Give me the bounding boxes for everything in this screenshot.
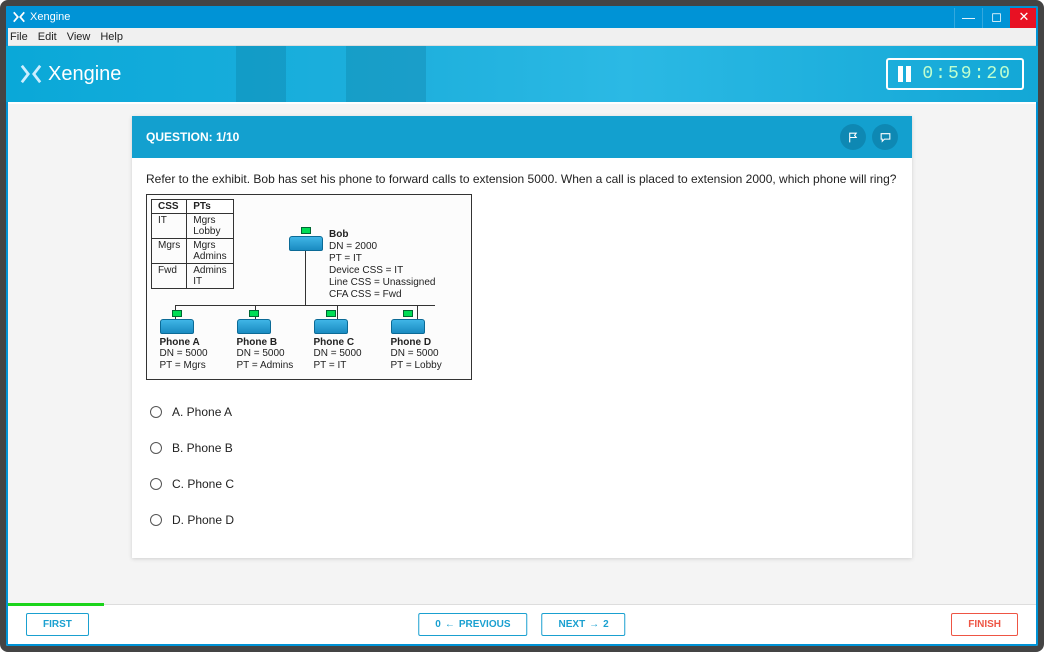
menu-view[interactable]: View: [67, 31, 91, 43]
maximize-button[interactable]: ◻: [982, 6, 1010, 28]
app-name: Xengine: [48, 63, 121, 86]
comment-button[interactable]: [872, 124, 898, 150]
answer-option-d[interactable]: D. Phone D: [150, 502, 912, 538]
flag-button[interactable]: [840, 124, 866, 150]
bob-phone: [289, 227, 323, 251]
bob-info: Bob DN = 2000 PT = IT Device CSS = IT Li…: [329, 229, 435, 301]
next-button[interactable]: NEXT → 2: [542, 613, 626, 636]
phone-d: Phone DDN = 5000PT = Lobby: [391, 310, 459, 372]
finish-button[interactable]: FINISH: [951, 613, 1018, 636]
question-header: QUESTION: 1/10: [132, 116, 912, 158]
app-header: Xengine 0:59:20: [6, 46, 1038, 102]
close-button[interactable]: ✕: [1010, 6, 1038, 28]
menu-edit[interactable]: Edit: [38, 31, 57, 43]
speech-bubble-icon: [879, 131, 892, 144]
content-area: QUESTION: 1/10 Refer to the exhibit. Bob…: [8, 104, 1036, 604]
timer[interactable]: 0:59:20: [886, 58, 1024, 90]
previous-button[interactable]: 0 ← PREVIOUS: [418, 613, 527, 636]
radio-icon: [150, 442, 162, 454]
menu-help[interactable]: Help: [100, 31, 123, 43]
answer-option-b[interactable]: B. Phone B: [150, 430, 912, 466]
phone-a: Phone ADN = 5000PT = Mgrs: [160, 310, 228, 372]
pause-icon: [898, 66, 914, 82]
menu-file[interactable]: File: [10, 31, 28, 43]
answer-option-a[interactable]: A. Phone A: [150, 394, 912, 430]
window-titlebar: Xengine — ◻ ✕: [6, 6, 1038, 28]
radio-icon: [150, 406, 162, 418]
arrow-left-icon: ←: [445, 619, 455, 630]
arrow-right-icon: →: [589, 619, 599, 630]
window-title: Xengine: [30, 11, 70, 23]
phone-b: Phone BDN = 5000PT = Admins: [237, 310, 305, 372]
radio-icon: [150, 478, 162, 490]
exhibit-diagram: CSSPTs ITMgrs Lobby MgrsMgrs Admins FwdA…: [146, 194, 472, 380]
answer-option-c[interactable]: C. Phone C: [150, 466, 912, 502]
timer-value: 0:59:20: [922, 64, 1012, 84]
question-text: Refer to the exhibit. Bob has set his ph…: [146, 172, 898, 186]
question-counter: QUESTION: 1/10: [146, 130, 239, 144]
radio-icon: [150, 514, 162, 526]
flag-icon: [847, 131, 860, 144]
minimize-button[interactable]: —: [954, 6, 982, 28]
answer-list: A. Phone A B. Phone B C. Phone C D. Phon…: [150, 394, 912, 538]
footer-nav: FIRST 0 ← PREVIOUS NEXT → 2 FINISH: [8, 604, 1036, 644]
app-logo: Xengine: [20, 63, 121, 86]
first-button[interactable]: FIRST: [26, 613, 89, 636]
progress-bar: [8, 603, 104, 606]
question-card: QUESTION: 1/10 Refer to the exhibit. Bob…: [132, 116, 912, 558]
css-table: CSSPTs ITMgrs Lobby MgrsMgrs Admins FwdA…: [151, 199, 234, 289]
phone-c: Phone CDN = 5000PT = IT: [314, 310, 382, 372]
app-icon: [12, 10, 26, 24]
menubar: File Edit View Help: [6, 28, 1038, 46]
